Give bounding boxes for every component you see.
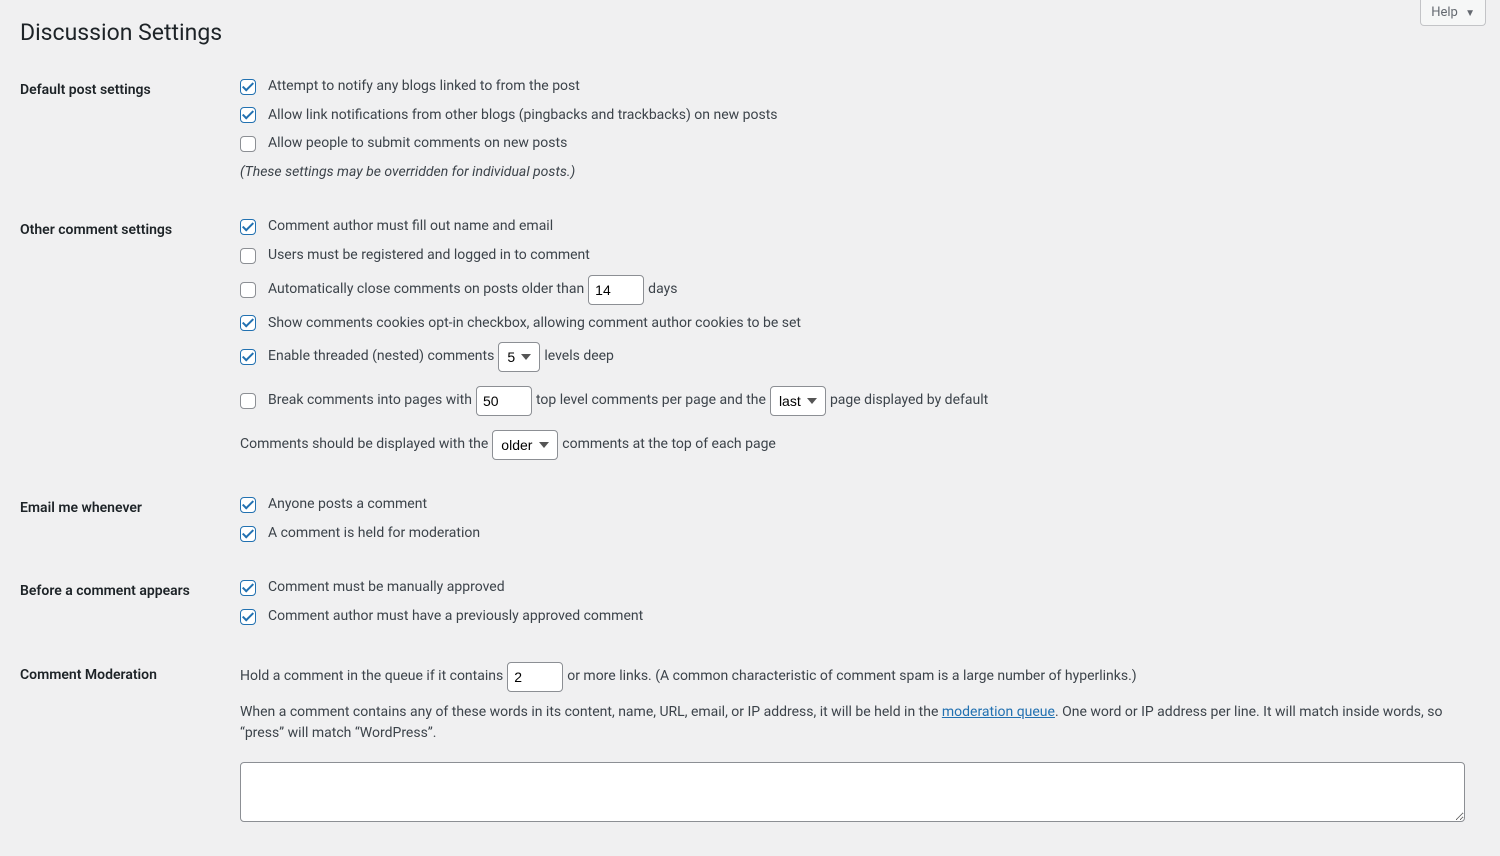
- require-registration-label: Users must be registered and logged in t…: [268, 246, 590, 266]
- manual-approve-checkbox[interactable]: [240, 580, 256, 596]
- caret-down-icon: ▼: [1465, 8, 1475, 19]
- notify-blogs-checkbox[interactable]: [240, 79, 256, 95]
- moderation-keys-textarea[interactable]: [240, 762, 1465, 822]
- help-tab[interactable]: Help ▼: [1420, 0, 1486, 26]
- allow-pingbacks-checkbox[interactable]: [240, 107, 256, 123]
- section-heading-email: Email me whenever: [20, 480, 240, 563]
- autoclose-checkbox[interactable]: [240, 282, 256, 298]
- require-name-email-label: Comment author must fill out name and em…: [268, 217, 553, 237]
- email-on-comment-label: Anyone posts a comment: [268, 495, 427, 515]
- comment-order-select[interactable]: older: [492, 430, 558, 460]
- manual-approve-label: Comment must be manually approved: [268, 578, 505, 598]
- section-heading-before-appears: Before a comment appears: [20, 563, 240, 646]
- hold-queue-pre: Hold a comment in the queue if it contai…: [240, 666, 503, 687]
- max-links-input[interactable]: [507, 662, 563, 692]
- paginate-label-c: page displayed by default: [830, 391, 988, 411]
- cookies-optin-label: Show comments cookies opt-in checkbox, a…: [268, 314, 801, 334]
- allow-pingbacks-label: Allow link notifications from other blog…: [268, 106, 778, 126]
- help-label: Help: [1431, 5, 1458, 20]
- threaded-comments-checkbox[interactable]: [240, 349, 256, 365]
- autoclose-label-post: days: [648, 280, 677, 300]
- autoclose-label-pre: Automatically close comments on posts ol…: [268, 280, 584, 300]
- email-on-moderation-checkbox[interactable]: [240, 526, 256, 542]
- email-on-moderation-label: A comment is held for moderation: [268, 524, 480, 544]
- allow-comments-checkbox[interactable]: [240, 136, 256, 152]
- content-area: Discussion Settings Default post setting…: [0, 0, 1500, 856]
- paginate-label-a: Break comments into pages with: [268, 391, 472, 411]
- default-page-select[interactable]: last: [770, 386, 826, 416]
- allow-comments-label: Allow people to submit comments on new p…: [268, 134, 567, 154]
- thread-depth-select[interactable]: 5: [498, 342, 540, 372]
- section-heading-default-post: Default post settings: [20, 62, 240, 202]
- moderation-queue-link[interactable]: moderation queue: [942, 704, 1055, 720]
- threaded-comments-label-post: levels deep: [544, 347, 614, 367]
- prev-approved-checkbox[interactable]: [240, 609, 256, 625]
- comments-per-page-input[interactable]: [476, 386, 532, 416]
- comment-order-label-pre: Comments should be displayed with the: [240, 435, 488, 455]
- page-title: Discussion Settings: [20, 10, 1480, 50]
- section-heading-other-comments: Other comment settings: [20, 202, 240, 480]
- hold-queue-post: or more links. (A common characteristic …: [567, 666, 1136, 687]
- cookies-optin-checkbox[interactable]: [240, 315, 256, 331]
- notify-blogs-label: Attempt to notify any blogs linked to fr…: [268, 77, 580, 97]
- paginate-label-b: top level comments per page and the: [536, 391, 766, 411]
- require-name-email-checkbox[interactable]: [240, 219, 256, 235]
- email-on-comment-checkbox[interactable]: [240, 497, 256, 513]
- settings-table: Default post settings Attempt to notify …: [20, 62, 1480, 846]
- paginate-comments-checkbox[interactable]: [240, 393, 256, 409]
- autoclose-days-input[interactable]: [588, 275, 644, 305]
- moderation-desc-a: When a comment contains any of these wor…: [240, 704, 942, 720]
- threaded-comments-label-pre: Enable threaded (nested) comments: [268, 347, 494, 367]
- default-post-note: (These settings may be overridden for in…: [240, 163, 1470, 183]
- require-registration-checkbox[interactable]: [240, 248, 256, 264]
- comment-order-label-post: comments at the top of each page: [562, 435, 776, 455]
- prev-approved-label: Comment author must have a previously ap…: [268, 607, 643, 627]
